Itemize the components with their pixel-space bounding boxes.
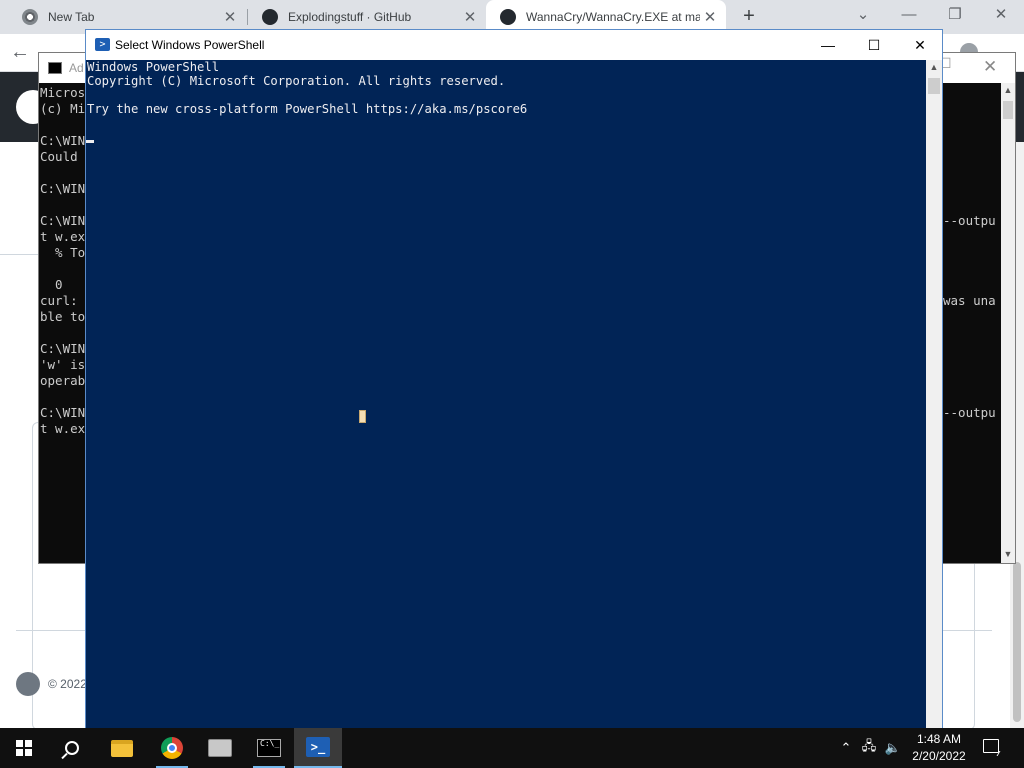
scroll-down-icon[interactable]: ▼ [1001,549,1015,559]
scrollbar-thumb[interactable] [1013,562,1021,722]
console-line: 'w' is [40,357,86,372]
powershell-console[interactable]: Windows PowerShell Copyright (C) Microso… [86,60,926,728]
close-icon[interactable]: ✕ [897,30,943,60]
taskbar-chrome[interactable] [148,728,196,768]
console-line: operab [40,373,86,388]
console-line-right: --outpu [943,213,996,228]
chevron-up-icon[interactable]: ⌃ [836,728,856,768]
powershell-icon: >_ [306,737,330,757]
start-button[interactable] [0,728,48,768]
folder-icon [111,739,133,757]
back-arrow-icon[interactable]: ← [10,41,30,64]
taskbar-powershell[interactable]: >_ [294,728,342,768]
close-icon[interactable]: ✕ [700,8,720,26]
network-icon[interactable]: 🖧 [858,728,880,768]
scroll-up-icon[interactable]: ▲ [1001,85,1015,95]
chevron-down-icon[interactable]: ⌄ [850,4,876,26]
console-line: Copyright (C) Microsoft Corporation. All… [87,74,506,88]
powershell-window[interactable]: > Select Windows PowerShell — ☐ ✕ Window… [85,29,943,728]
cmd-icon [48,62,62,74]
scrollbar-thumb[interactable] [1003,101,1013,119]
console-line: Try the new cross-platform PowerShell ht… [87,102,528,116]
console-line: (c) Mi [40,101,86,116]
console-line: C:\WIN [40,341,86,356]
footer-copyright: © 2022 [48,677,87,691]
tab-title: WannaCry/WannaCry.EXE at mas [526,10,700,24]
volume-icon[interactable]: 🔈 [882,728,904,768]
taskbar-command-prompt[interactable]: C:\_ [245,728,293,768]
maximize-icon[interactable]: ☐ [851,30,897,60]
console-line: Could [40,149,78,164]
scrollbar-thumb[interactable] [928,78,940,94]
scroll-up-icon[interactable]: ▲ [927,62,941,72]
powershell-icon: > [95,38,110,51]
github-logo-icon[interactable] [16,672,40,696]
mouse-ibeam-cursor [359,410,366,423]
clock[interactable]: 1:48 AM 2/20/2022 [905,731,973,765]
console-line: t w.ex [40,229,86,244]
search-button[interactable] [48,728,96,768]
server-manager-icon [208,739,232,757]
console-line: C:\WIN [40,181,86,196]
console-line: curl: [40,293,78,308]
minimize-icon[interactable]: — [896,4,922,26]
console-line-right: was una [943,293,996,308]
console-line: ble to [40,309,86,324]
restore-icon[interactable]: ❐ [942,4,968,26]
chrome-icon [22,9,38,25]
window-title: Select Windows PowerShell [115,38,265,52]
taskbar-file-explorer[interactable] [98,728,146,768]
tab-title: Explodingstuff · GitHub [288,10,412,24]
close-icon[interactable]: ✕ [220,8,240,26]
new-tab-button[interactable]: + [737,5,761,29]
clock-date: 2/20/2022 [912,749,966,763]
github-icon [500,9,516,25]
close-icon[interactable]: ✕ [988,4,1014,26]
console-line: Micros [40,85,86,100]
taskbar-server-manager[interactable] [196,728,244,768]
close-icon[interactable]: ✕ [983,57,997,77]
console-line: C:\WIN [40,213,86,228]
search-icon [65,741,79,755]
powershell-titlebar[interactable]: > Select Windows PowerShell — ☐ ✕ [86,30,942,60]
taskbar: C:\_ >_ ⌃ 🖧 🔈 1:48 AM 2/20/2022 [0,728,1024,768]
close-icon[interactable]: ✕ [460,8,480,26]
powershell-scrollbar[interactable]: ▲ [926,60,942,728]
console-line: Windows PowerShell [87,60,220,74]
chrome-icon [161,737,183,759]
console-line: t w.ex [40,421,86,436]
cmd-icon: C:\_ [257,739,281,757]
tab-title: New Tab [48,10,95,24]
console-line: % To [40,245,86,260]
github-icon [262,9,278,25]
console-line: 0 [40,277,63,292]
console-line-right: --outpu [943,405,996,420]
windows-logo-icon [16,740,32,756]
console-line: C:\WIN [40,133,86,148]
notification-icon[interactable] [983,739,999,753]
console-line: C:\WIN [40,405,86,420]
text-cursor [86,140,94,143]
cmd-title: Ad [69,61,84,75]
clock-time: 1:48 AM [916,732,962,746]
minimize-icon[interactable]: — [805,30,851,60]
cmd-scrollbar[interactable]: ▲ ▼ [1001,83,1015,563]
